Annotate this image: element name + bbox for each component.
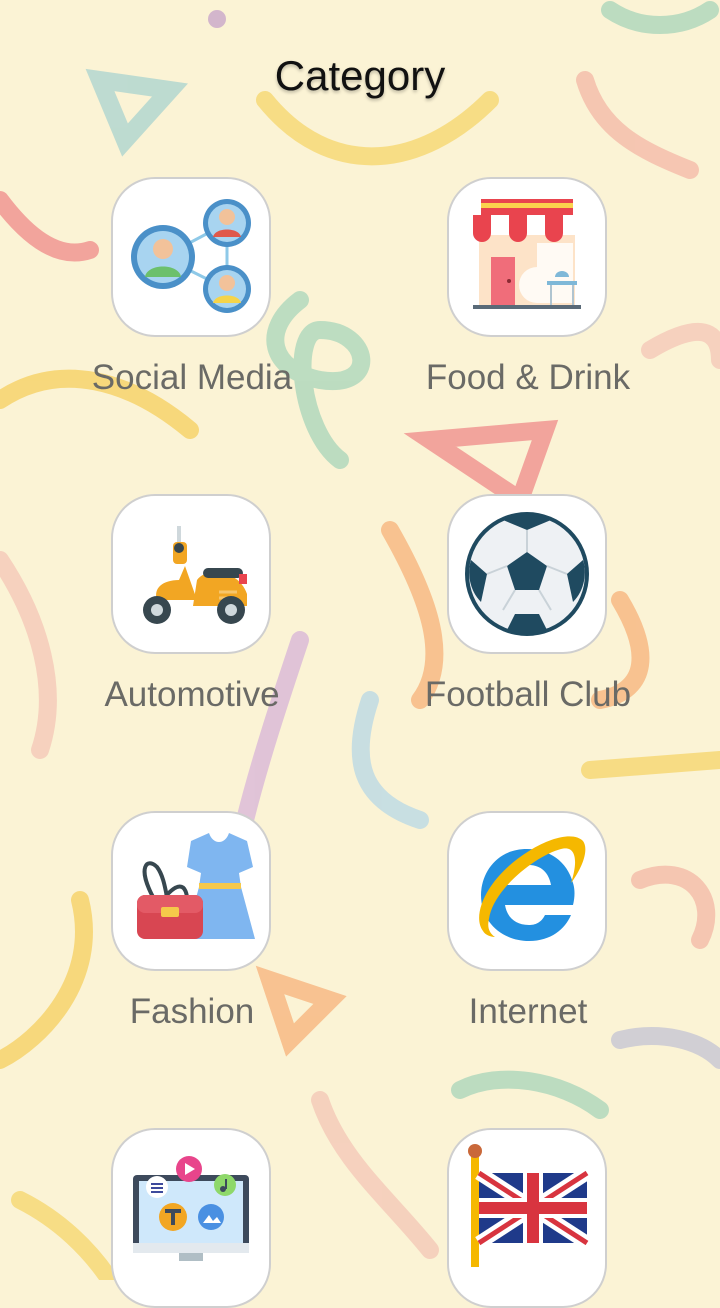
category-label: Food & Drink xyxy=(425,358,631,397)
category-tile-fashion[interactable] xyxy=(111,811,271,971)
uk-flag-icon xyxy=(468,1144,591,1267)
internet-explorer-icon xyxy=(479,836,586,941)
category-tile-automotive[interactable] xyxy=(111,494,271,654)
dress-bag-icon xyxy=(137,833,255,939)
category-label: Automotive xyxy=(104,675,280,714)
category-tile-social-media[interactable] xyxy=(111,177,271,337)
scooter-icon xyxy=(143,526,247,624)
football-icon xyxy=(465,512,589,636)
page-title: Category xyxy=(274,52,446,99)
category-tile-multimedia[interactable] xyxy=(111,1128,271,1308)
category-label: Football Club xyxy=(424,675,632,714)
shop-icon xyxy=(473,199,581,309)
category-label: Social Media xyxy=(91,358,293,397)
category-tile-food-drink[interactable] xyxy=(447,177,607,337)
category-label: Fashion xyxy=(129,992,255,1031)
doodle-background xyxy=(0,1,720,1280)
social-media-icon xyxy=(131,199,251,313)
multimedia-monitor-icon xyxy=(133,1156,249,1261)
category-tile-football-club[interactable] xyxy=(447,494,607,654)
category-tile-uk[interactable] xyxy=(447,1128,607,1308)
category-tile-internet[interactable] xyxy=(447,811,607,971)
category-label: Internet xyxy=(468,992,588,1031)
